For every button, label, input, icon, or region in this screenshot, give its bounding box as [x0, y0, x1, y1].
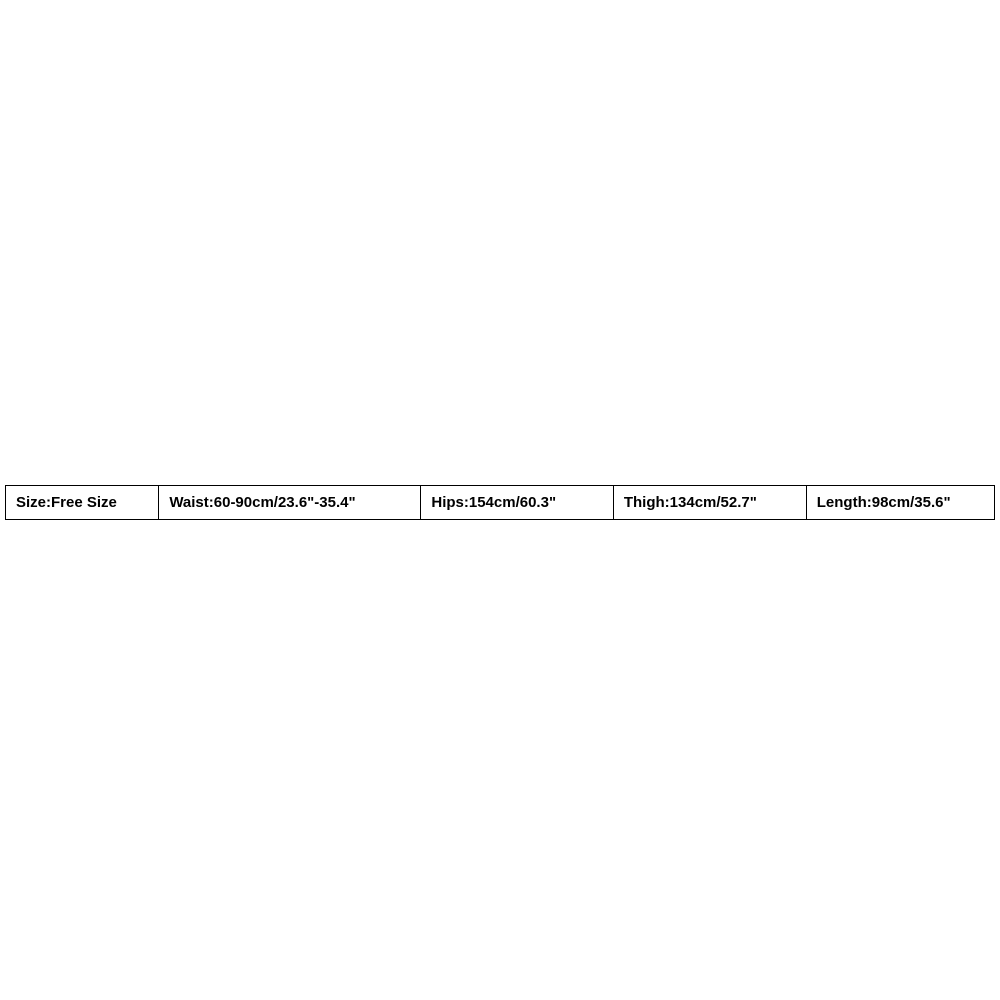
hips-cell: Hips:154cm/60.3"	[421, 486, 613, 520]
table-row: Size:Free Size Waist:60-90cm/23.6"-35.4"…	[6, 486, 995, 520]
sizing-table: Size:Free Size Waist:60-90cm/23.6"-35.4"…	[5, 485, 995, 520]
waist-cell: Waist:60-90cm/23.6"-35.4"	[159, 486, 421, 520]
thigh-cell: Thigh:134cm/52.7"	[613, 486, 806, 520]
length-cell: Length:98cm/35.6"	[806, 486, 994, 520]
size-cell: Size:Free Size	[6, 486, 159, 520]
